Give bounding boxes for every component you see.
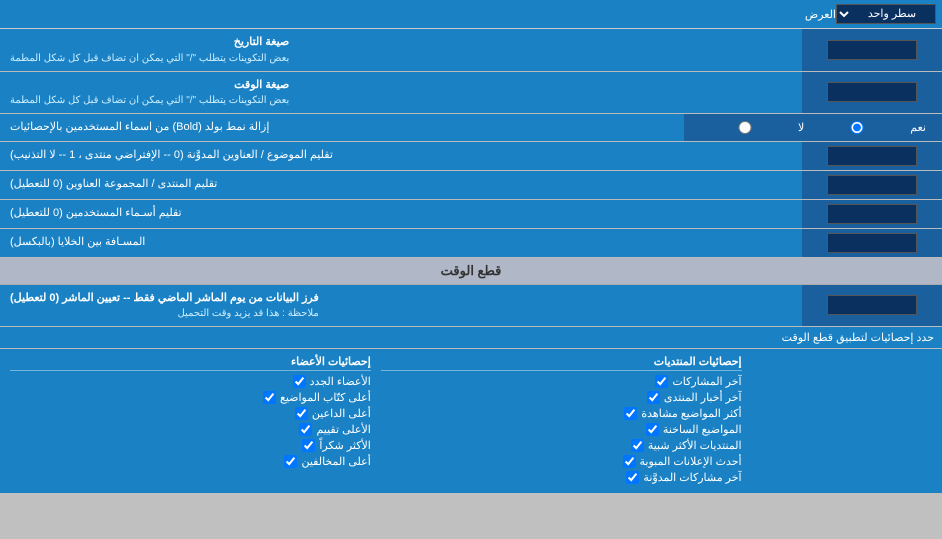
forum-group-label: تقليم المنتدى / المجموعة العناوين (0 للت… xyxy=(0,171,802,199)
cb-blog-posts-check[interactable] xyxy=(626,471,639,484)
cb-last-news: آخر أخبار المنتدى xyxy=(381,391,742,404)
spacing-label: المسـافة بين الخلايا (بالبكسل) xyxy=(0,229,802,257)
date-format-input-cell: d-m xyxy=(802,29,942,71)
topics-input[interactable]: 33 xyxy=(827,146,917,166)
display-label: العرض xyxy=(6,8,836,21)
checkbox-col-right xyxy=(752,355,932,487)
cb-last-posts-check[interactable] xyxy=(655,375,668,388)
cuttime-input[interactable]: 0 xyxy=(827,295,917,315)
cb-top-violations: أعلى المخالفين xyxy=(10,455,371,468)
bold-no-radio[interactable] xyxy=(700,121,790,134)
cb-last-posts: آخر المشاركات xyxy=(381,375,742,388)
checkbox-col-posts: إحصائيات المنتديات آخر المشاركات آخر أخب… xyxy=(381,355,742,487)
checkboxes-area: إحصائيات المنتديات آخر المشاركات آخر أخب… xyxy=(0,349,942,493)
checkbox-col-members: إحصائيات الأعضاء الأعضاء الجدد أعلى كتّا… xyxy=(10,355,371,487)
limit-label: حدد إحصائيات لتطبيق قطع الوقت xyxy=(782,332,934,344)
forum-group-input[interactable]: 33 xyxy=(827,175,917,195)
cb-blog-posts: آخر مشاركات المدوَّنة xyxy=(381,471,742,484)
cb-announcements-label: أحدث الإعلانات المبوبة xyxy=(640,455,742,468)
cb-hot-topics-label: المواضيع الساخنة xyxy=(663,423,742,436)
bold-yes-radio[interactable] xyxy=(812,121,902,134)
bold-no-label: لا xyxy=(798,121,804,134)
date-format-label: صيغة التاريخ بعض التكوينات يتطلب "/" الت… xyxy=(0,29,802,71)
forum-group-input-cell: 33 xyxy=(802,171,942,199)
cb-announcements: أحدث الإعلانات المبوبة xyxy=(381,455,742,468)
cb-new-members: الأعضاء الجدد xyxy=(10,375,371,388)
spacing-input[interactable]: 2 xyxy=(827,233,917,253)
time-format-input[interactable]: H:i xyxy=(827,82,917,102)
cb-top-posters-check[interactable] xyxy=(263,391,276,404)
cb-most-viewed: أكثر المواضيع مشاهدة xyxy=(381,407,742,420)
display-select[interactable]: سطر واحدسطرينثلاثة أسطر xyxy=(836,4,936,24)
cb-hot-topics-check[interactable] xyxy=(646,423,659,436)
topics-input-cell: 33 xyxy=(802,142,942,170)
cb-top-rated: الأعلى تقييم xyxy=(10,423,371,436)
time-format-input-cell: H:i xyxy=(802,72,942,114)
cb-most-like: المنتديات الأكثر شبية xyxy=(381,439,742,452)
limit-row: حدد إحصائيات لتطبيق قطع الوقت xyxy=(0,327,942,349)
cb-announcements-check[interactable] xyxy=(623,455,636,468)
date-format-input[interactable]: d-m xyxy=(827,40,917,60)
cb-most-thanks-check[interactable] xyxy=(302,439,315,452)
cuttime-input-cell: 0 xyxy=(802,285,942,327)
username-label: تقليم أسـماء المستخدمين (0 للتعطيل) xyxy=(0,200,802,228)
cb-most-thanks: الأكثر شكراً xyxy=(10,439,371,452)
cb-top-rated-label: الأعلى تقييم xyxy=(316,423,370,436)
time-format-label: صيغة الوقت بعض التكوينات يتطلب "/" التي … xyxy=(0,72,802,114)
cb-most-like-check[interactable] xyxy=(631,439,644,452)
cb-last-news-label: آخر أخبار المنتدى xyxy=(664,391,742,404)
username-input[interactable]: 0 xyxy=(827,204,917,224)
cb-most-thanks-label: الأكثر شكراً xyxy=(319,439,370,452)
cb-most-viewed-check[interactable] xyxy=(624,407,637,420)
spacing-input-cell: 2 xyxy=(802,229,942,257)
cut-time-section-header: قطع الوقت xyxy=(0,258,942,285)
bold-yes-label: نعم xyxy=(910,121,926,134)
stats-posts-header: إحصائيات المنتديات xyxy=(381,355,742,371)
cb-top-violations-check[interactable] xyxy=(284,455,297,468)
bold-radio-cell: نعم لا xyxy=(684,114,942,141)
cb-top-inviters-label: أعلى الداعين xyxy=(312,407,371,420)
cb-top-violations-label: أعلى المخالفين xyxy=(301,455,370,468)
bold-label: إزالة نمط بولد (Bold) من اسماء المستخدمي… xyxy=(0,114,684,141)
topics-label: تقليم الموضوع / العناوين المدوَّنة (0 --… xyxy=(0,142,802,170)
cb-most-like-label: المنتديات الأكثر شبية xyxy=(648,439,742,452)
cb-top-inviters-check[interactable] xyxy=(295,407,308,420)
cb-last-posts-label: آخر المشاركات xyxy=(672,375,741,388)
cuttime-label: فرز البيانات من يوم الماشر الماضي فقط --… xyxy=(0,285,802,327)
cb-new-members-check[interactable] xyxy=(293,375,306,388)
cb-top-rated-check[interactable] xyxy=(299,423,312,436)
cb-top-posters: أعلى كتّاب المواضيع xyxy=(10,391,371,404)
stats-members-header: إحصائيات الأعضاء xyxy=(10,355,371,371)
username-input-cell: 0 xyxy=(802,200,942,228)
cb-blog-posts-label: آخر مشاركات المدوَّنة xyxy=(643,471,741,484)
cb-top-inviters: أعلى الداعين xyxy=(10,407,371,420)
cb-new-members-label: الأعضاء الجدد xyxy=(310,375,371,388)
cb-hot-topics: المواضيع الساخنة xyxy=(381,423,742,436)
cb-last-news-check[interactable] xyxy=(647,391,660,404)
cb-most-viewed-label: أكثر المواضيع مشاهدة xyxy=(641,407,741,420)
cb-top-posters-label: أعلى كتّاب المواضيع xyxy=(280,391,371,404)
